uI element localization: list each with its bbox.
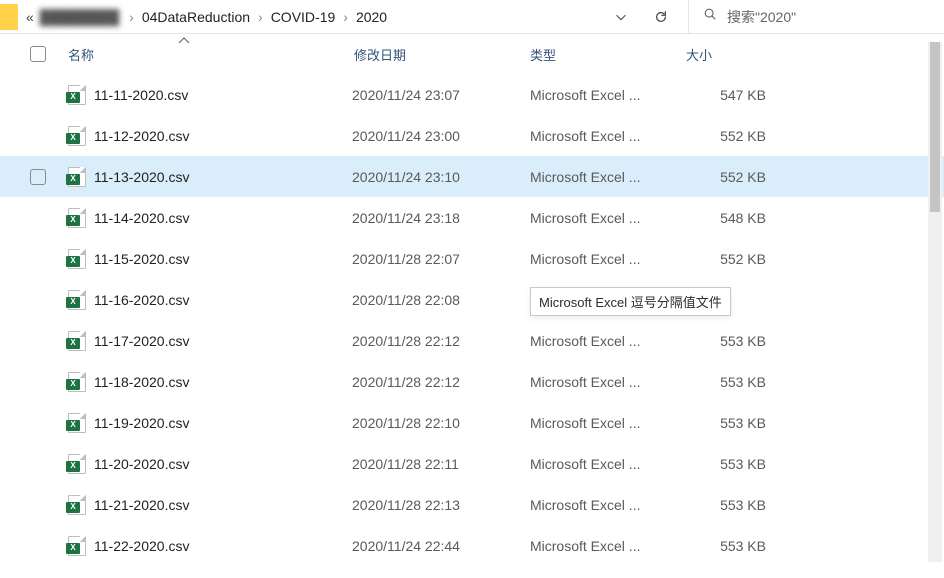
file-size: 553 KB [686,497,786,513]
file-type: Microsoft Excel ... [530,210,686,226]
file-type: Microsoft Excel ... [530,538,686,554]
excel-csv-file-icon: X [68,331,86,351]
file-size: 553 KB [686,374,786,390]
excel-csv-file-icon: X [68,290,86,310]
vertical-scrollbar[interactable] [928,42,942,562]
column-header-name[interactable]: 名称 [68,45,354,64]
file-name: 11-12-2020.csv [94,128,352,144]
file-type: Microsoft Excel ... [530,333,686,349]
table-row[interactable]: X 11-21-2020.csv2020/11/28 22:13Microsoft… [0,484,944,525]
file-size: 553 KB [686,456,786,472]
file-modified: 2020/11/28 22:10 [352,415,530,431]
excel-csv-file-icon: X [68,495,86,515]
table-row[interactable]: X 11-16-2020.csv2020/11/28 22:08Microsoft… [0,279,944,320]
file-name: 11-11-2020.csv [94,87,352,103]
file-size: 552 KB [686,169,786,185]
column-header-type[interactable]: 类型 [530,45,686,64]
file-size: 548 KB [686,210,786,226]
table-row[interactable]: X 11-12-2020.csv2020/11/24 23:00Microsoft… [0,115,944,156]
excel-csv-file-icon: X [68,413,86,433]
file-name: 11-16-2020.csv [94,292,352,308]
top-bar: « ████████ › 04DataReduction › COVID-19 … [0,0,944,34]
table-row[interactable]: X 11-22-2020.csv2020/11/24 22:44Microsoft… [0,525,944,566]
file-type: Microsoft Excel ... [530,169,686,185]
file-name: 11-22-2020.csv [94,538,352,554]
file-modified: 2020/11/28 22:08 [352,292,530,308]
file-modified: 2020/11/28 22:07 [352,251,530,267]
breadcrumb-item[interactable]: 04DataReduction [142,9,250,25]
file-size: 553 KB [686,538,786,554]
breadcrumb-separator: › [121,9,142,25]
file-name: 11-13-2020.csv [94,169,352,185]
file-name: 11-14-2020.csv [94,210,352,226]
file-name: 11-15-2020.csv [94,251,352,267]
excel-csv-file-icon: X [68,126,86,146]
search-input[interactable] [727,9,934,25]
file-modified: 2020/11/28 22:11 [352,456,530,472]
row-checkbox[interactable] [30,169,46,185]
table-row[interactable]: X 11-15-2020.csv2020/11/28 22:07Microsoft… [0,238,944,279]
file-type: Microsoft Excel ... [530,251,686,267]
excel-csv-file-icon: X [68,372,86,392]
file-modified: 2020/11/24 23:18 [352,210,530,226]
table-row[interactable]: X 11-11-2020.csv2020/11/24 23:07Microsoft… [0,74,944,115]
file-size: 553 KB [686,333,786,349]
table-row[interactable]: X 11-19-2020.csv2020/11/28 22:10Microsoft… [0,402,944,443]
file-modified: 2020/11/24 23:10 [352,169,530,185]
file-type: Microsoft Excel ... [530,87,686,103]
refresh-icon[interactable] [654,10,668,24]
nav-controls [594,10,688,24]
breadcrumb-separator: › [335,9,356,25]
breadcrumb[interactable]: « ████████ › 04DataReduction › COVID-19 … [24,9,594,25]
breadcrumb-item[interactable]: COVID-19 [271,9,336,25]
file-type: Microsoft Excel ... [530,128,686,144]
file-name: 11-17-2020.csv [94,333,352,349]
column-header-modified[interactable]: 修改日期 [354,45,530,64]
search-box[interactable] [688,0,944,33]
file-name: 11-20-2020.csv [94,456,352,472]
file-modified: 2020/11/24 23:00 [352,128,530,144]
excel-csv-file-icon: X [68,249,86,269]
excel-csv-file-icon: X [68,208,86,228]
breadcrumb-blurred-segment: ████████ [38,9,121,25]
scrollbar-thumb[interactable] [930,42,940,212]
file-size: 547 KB [686,87,786,103]
column-header-size[interactable]: 大小 [686,45,786,64]
excel-csv-file-icon: X [68,454,86,474]
file-type: Microsoft Excel ... [530,497,686,513]
file-modified: 2020/11/24 23:07 [352,87,530,103]
file-modified: 2020/11/24 22:44 [352,538,530,554]
search-icon [703,7,717,26]
excel-csv-file-icon: X [68,167,86,187]
chevron-down-icon[interactable] [614,10,628,24]
file-type: Microsoft Excel ... [530,415,686,431]
excel-csv-file-icon: X [68,536,86,556]
file-name: 11-18-2020.csv [94,374,352,390]
table-row[interactable]: X 11-13-2020.csv2020/11/24 23:10Microsoft… [0,156,944,197]
file-name: 11-21-2020.csv [94,497,352,513]
file-type: Microsoft Excel ... [530,374,686,390]
file-name: 11-19-2020.csv [94,415,352,431]
file-size: 552 KB [686,128,786,144]
file-modified: 2020/11/28 22:12 [352,374,530,390]
table-row[interactable]: X 11-14-2020.csv2020/11/24 23:18Microsoft… [0,197,944,238]
file-list: X11-11-2020.csv2020/11/24 23:07Microsoft… [0,74,944,566]
excel-csv-file-icon: X [68,85,86,105]
file-type: Microsoft Excel ... [530,456,686,472]
table-row[interactable]: X 11-20-2020.csv2020/11/28 22:11Microsoft… [0,443,944,484]
breadcrumb-overflow[interactable]: « [26,9,38,25]
select-all-checkbox[interactable] [30,46,46,62]
file-size: 552 KB [686,251,786,267]
file-type: Microsoft Excel ... [530,292,686,308]
sort-indicator-up-icon [178,32,190,47]
table-row[interactable]: X 11-18-2020.csv2020/11/28 22:12Microsoft… [0,361,944,402]
folder-color-chip [0,4,18,30]
file-modified: 2020/11/28 22:12 [352,333,530,349]
table-row[interactable]: X 11-17-2020.csv2020/11/28 22:12Microsoft… [0,320,944,361]
column-header-row: 名称 修改日期 类型 大小 [0,34,944,74]
breadcrumb-item[interactable]: 2020 [356,9,387,25]
file-modified: 2020/11/28 22:13 [352,497,530,513]
breadcrumb-separator: › [250,9,271,25]
file-size: 553 KB [686,415,786,431]
